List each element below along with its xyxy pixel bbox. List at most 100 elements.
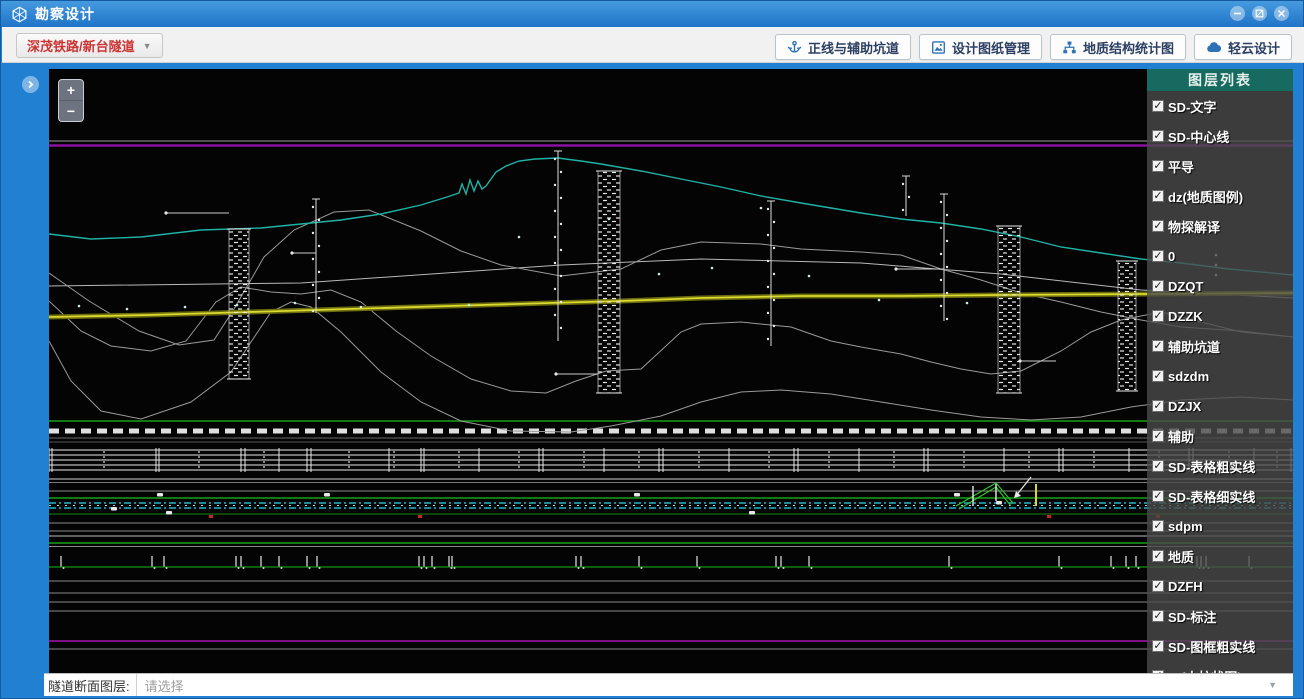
layer-item-dzjx[interactable]: ✓ DZJX <box>1147 391 1293 421</box>
layer-checkbox[interactable]: ✓ <box>1152 550 1164 562</box>
layer-item-dzfh[interactable]: ✓ DZFH <box>1147 571 1293 601</box>
layer-checkbox[interactable]: ✓ <box>1152 490 1164 502</box>
layer-item-geology[interactable]: ✓ 地质 <box>1147 541 1293 571</box>
toolbar-button-label: 轻云设计 <box>1228 38 1280 57</box>
layer-item-sd-centerline[interactable]: ✓ SD-中心线 <box>1147 121 1293 151</box>
layer-item-table-thin[interactable]: ✓ SD-表格细实线 <box>1147 481 1293 511</box>
layer-item-geophysics[interactable]: ✓ 物探解译 <box>1147 211 1293 241</box>
layer-label: SD-图框粗实线 <box>1168 637 1255 656</box>
app-window: 勘察设计 深茂铁路/新台隧道 ▼ <box>0 0 1304 699</box>
layer-checkbox[interactable]: ✓ <box>1152 220 1164 232</box>
close-icon <box>1277 9 1286 18</box>
layer-list-panel: 图层列表 ✓SD-文字 ✓SD-中心线 ✓平导 ✓dz(地质图例) ✓物探解译 … <box>1147 69 1293 673</box>
layer-checkbox[interactable]: ✓ <box>1152 610 1164 622</box>
layer-label: sdpm <box>1168 519 1203 534</box>
project-selector-label: 深茂铁路/新台隧道 <box>27 36 135 55</box>
layer-item-sd-frame-thick[interactable]: ✓ SD-图框粗实线 <box>1147 631 1293 661</box>
maximize-icon <box>1255 9 1264 18</box>
panel-collapse-button[interactable] <box>22 76 39 93</box>
layer-label: sdzdm <box>1168 369 1209 384</box>
chevron-down-icon: ▼ <box>143 41 152 51</box>
layer-label: DZQT <box>1168 279 1203 294</box>
project-selector-dropdown[interactable]: 深茂铁路/新台隧道 ▼ <box>16 33 163 58</box>
maximize-button[interactable] <box>1252 6 1267 21</box>
close-button[interactable] <box>1274 6 1289 21</box>
page-title: 勘察设计 <box>35 4 95 24</box>
geological-profile-drawing <box>49 69 1293 673</box>
layer-label: SD-标注 <box>1168 607 1216 626</box>
layer-label: dz(地质图例) <box>1168 187 1243 206</box>
minimize-icon <box>1233 9 1242 18</box>
layer-checkbox[interactable]: ✓ <box>1152 640 1164 652</box>
layer-item-dz-legend[interactable]: ✓ dz(地质图例) <box>1147 181 1293 211</box>
cloud-icon <box>1206 40 1222 55</box>
anchor-icon <box>787 40 802 55</box>
layer-item-0[interactable]: ✓0 <box>1147 241 1293 271</box>
layer-item-small-column-chart[interactable]: ✓ 、(小柱状图) <box>1147 661 1293 673</box>
layer-label: SD-表格细实线 <box>1168 487 1255 506</box>
chevron-right-icon <box>26 80 35 89</box>
toolbar-button-label: 设计图纸管理 <box>952 38 1030 57</box>
minimize-button[interactable] <box>1230 6 1245 21</box>
zoom-out-button[interactable]: − <box>59 101 83 121</box>
toolbar-button-label: 地质结构统计图 <box>1083 38 1174 57</box>
layer-checkbox[interactable]: ✓ <box>1152 580 1164 592</box>
layer-checkbox[interactable]: ✓ <box>1152 370 1164 382</box>
drawing-file-icon <box>931 40 946 55</box>
tunnel-section-layer-select[interactable]: 请选择 ▼ <box>136 674 1293 696</box>
layer-item-pingdao[interactable]: ✓ 平导 <box>1147 151 1293 181</box>
layer-checkbox[interactable]: ✓ <box>1152 190 1164 202</box>
layer-label: 辅助坑道 <box>1168 337 1220 356</box>
layer-checkbox[interactable]: ✓ <box>1152 430 1164 442</box>
layer-panel-title: 图层列表 <box>1147 69 1293 91</box>
layer-label: DZJX <box>1168 399 1201 414</box>
layer-checkbox[interactable]: ✓ <box>1152 100 1164 112</box>
tunnel-section-layer-label: 隧道断面图层: <box>44 676 136 695</box>
layer-item-dzzk[interactable]: ✓ DZZK <box>1147 301 1293 331</box>
layer-item-sdzdm[interactable]: ✓ sdzdm <box>1147 361 1293 391</box>
app-logo-icon <box>11 6 28 23</box>
sitemap-icon <box>1062 40 1077 55</box>
layer-checkbox[interactable]: ✓ <box>1152 670 1164 673</box>
layer-label: 地质 <box>1168 547 1194 566</box>
layer-checkbox[interactable]: ✓ <box>1152 310 1164 322</box>
layer-checkbox[interactable]: ✓ <box>1152 340 1164 352</box>
layer-label: 物探解译 <box>1168 217 1220 236</box>
layer-checkbox[interactable]: ✓ <box>1152 400 1164 412</box>
light-cloud-design-button[interactable]: 轻云设计 <box>1194 34 1292 60</box>
layer-checkbox[interactable]: ✓ <box>1152 280 1164 292</box>
layer-checkbox[interactable]: ✓ <box>1152 250 1164 262</box>
layer-item-dzqt[interactable]: ✓ DZQT <box>1147 271 1293 301</box>
toolbar-button-label: 正线与辅助坑道 <box>808 38 899 57</box>
layer-label: DZFH <box>1168 579 1203 594</box>
chevron-down-icon: ▼ <box>1268 680 1277 690</box>
toolbar: 深茂铁路/新台隧道 ▼ 正线与辅助坑道 设计图纸管理 <box>2 27 1304 63</box>
layer-label: 、(小柱状图) <box>1168 667 1242 674</box>
layer-label: DZZK <box>1168 309 1203 324</box>
zoom-control: + − <box>58 79 84 122</box>
layer-label: 0 <box>1168 249 1175 264</box>
layer-item-auxiliary[interactable]: ✓ 辅助 <box>1147 421 1293 451</box>
layer-item-sd-text[interactable]: ✓ SD-文字 <box>1147 91 1293 121</box>
layer-checkbox[interactable]: ✓ <box>1152 160 1164 172</box>
layer-label: 辅助 <box>1168 427 1194 446</box>
layer-label: SD-表格粗实线 <box>1168 457 1255 476</box>
zoom-in-button[interactable]: + <box>59 80 83 101</box>
layer-checkbox[interactable]: ✓ <box>1152 460 1164 472</box>
layer-label: SD-文字 <box>1168 97 1216 116</box>
profile-canvas[interactable]: + − <box>49 69 1293 673</box>
layer-item-table-thick[interactable]: ✓ SD-表格粗实线 <box>1147 451 1293 481</box>
geology-structure-chart-button[interactable]: 地质结构统计图 <box>1050 34 1186 60</box>
layer-label: SD-中心线 <box>1168 127 1229 146</box>
bottom-bar: 隧道断面图层: 请选择 ▼ <box>44 673 1293 696</box>
layer-item-aux-tunnel[interactable]: ✓ 辅助坑道 <box>1147 331 1293 361</box>
layer-item-sdpm[interactable]: ✓ sdpm <box>1147 511 1293 541</box>
layer-checkbox[interactable]: ✓ <box>1152 130 1164 142</box>
layer-item-sd-annotation[interactable]: ✓ SD-标注 <box>1147 601 1293 631</box>
title-bar: 勘察设计 <box>1 1 1303 27</box>
layer-label: 平导 <box>1168 157 1194 176</box>
mainline-aux-tunnel-button[interactable]: 正线与辅助坑道 <box>775 34 911 60</box>
design-drawings-button[interactable]: 设计图纸管理 <box>919 34 1042 60</box>
select-placeholder: 请选择 <box>145 676 184 695</box>
layer-checkbox[interactable]: ✓ <box>1152 520 1164 532</box>
